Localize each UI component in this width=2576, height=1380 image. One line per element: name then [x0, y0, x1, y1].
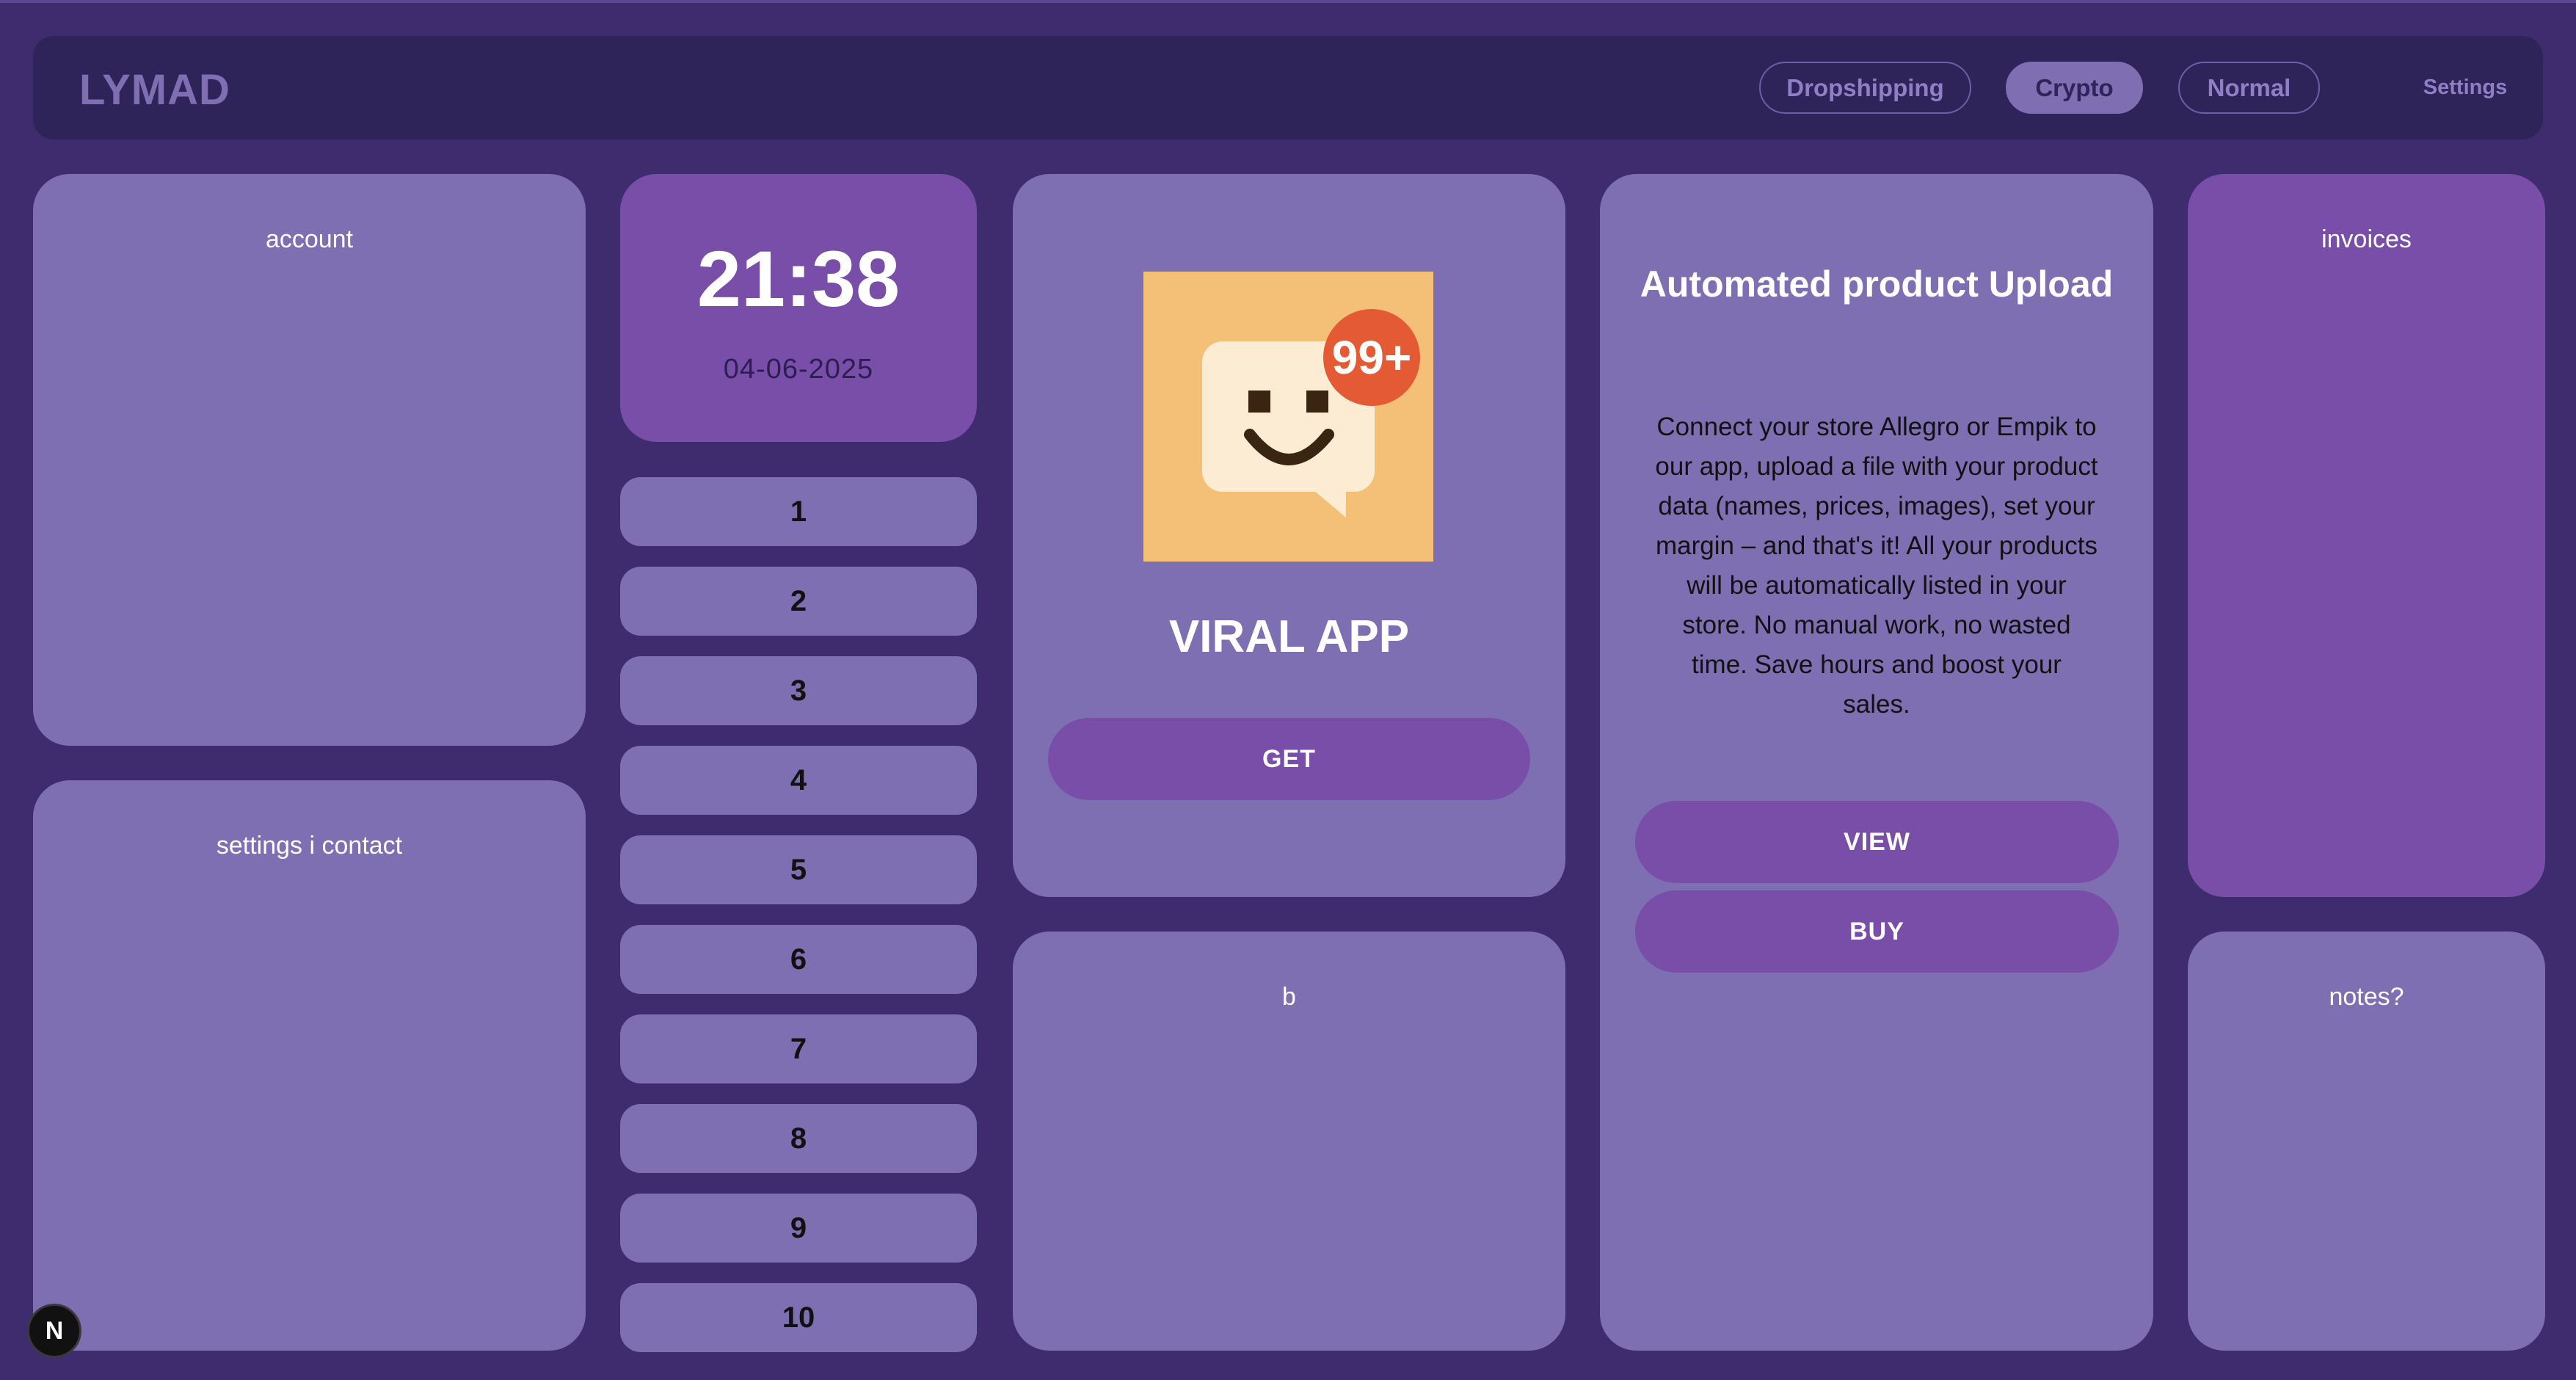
notes-panel[interactable]: notes? — [2188, 932, 2545, 1351]
b-title: b — [1282, 983, 1296, 1011]
number-button-3[interactable]: 3 — [620, 656, 977, 725]
number-button-1[interactable]: 1 — [620, 477, 977, 546]
settings-contact-panel[interactable]: settings i contact — [33, 780, 586, 1351]
buy-button[interactable]: BUY — [1635, 890, 2119, 973]
notes-title: notes? — [2329, 983, 2404, 1011]
settings-contact-title: settings i contact — [216, 832, 403, 860]
nav-crypto-button[interactable]: Crypto — [2006, 62, 2143, 114]
nav-dropshipping-button[interactable]: Dropshipping — [1759, 62, 1971, 114]
number-button-2[interactable]: 2 — [620, 567, 977, 636]
get-button[interactable]: GET — [1048, 718, 1530, 800]
invoices-panel[interactable]: invoices — [2188, 174, 2545, 897]
top-border — [0, 0, 2576, 3]
nav-settings-link[interactable]: Settings — [2401, 62, 2530, 114]
nextjs-dev-badge[interactable]: N — [27, 1304, 81, 1358]
app-title: VIRAL APP — [1168, 611, 1410, 662]
top-navbar: LYMAD Dropshipping Crypto Normal Setting… — [33, 36, 2543, 139]
number-button-5[interactable]: 5 — [620, 835, 977, 904]
automated-upload-title: Automated product Upload — [1640, 264, 2114, 305]
number-button-9[interactable]: 9 — [620, 1194, 977, 1263]
invoices-title: invoices — [2321, 225, 2412, 253]
number-button-6[interactable]: 6 — [620, 925, 977, 994]
clock-panel: 21:38 04-06-2025 — [620, 174, 977, 442]
notification-badge: 99+ — [1332, 331, 1412, 384]
b-panel[interactable]: b — [1013, 932, 1565, 1351]
app-icon[interactable]: 99+ — [1143, 272, 1433, 562]
number-button-4[interactable]: 4 — [620, 746, 977, 815]
automated-upload-description: Connect your store Allegro or Empik to o… — [1655, 413, 2098, 719]
account-panel[interactable]: account — [33, 174, 586, 746]
logo[interactable]: LYMAD — [79, 65, 230, 115]
clock-date: 04-06-2025 — [723, 354, 874, 385]
automated-upload-panel: Automated product Upload Connect your st… — [1600, 174, 2153, 1351]
viral-app-panel: 99+ VIRAL APP GET — [1013, 174, 1565, 897]
number-button-10[interactable]: 10 — [620, 1283, 977, 1352]
number-button-7[interactable]: 7 — [620, 1014, 977, 1083]
account-title: account — [265, 225, 354, 253]
nav-normal-button[interactable]: Normal — [2178, 62, 2320, 114]
view-button[interactable]: VIEW — [1635, 801, 2119, 883]
clock-time: 21:38 — [696, 234, 900, 323]
number-button-8[interactable]: 8 — [620, 1104, 977, 1173]
smiley-chat-icon: 99+ — [1202, 309, 1420, 518]
